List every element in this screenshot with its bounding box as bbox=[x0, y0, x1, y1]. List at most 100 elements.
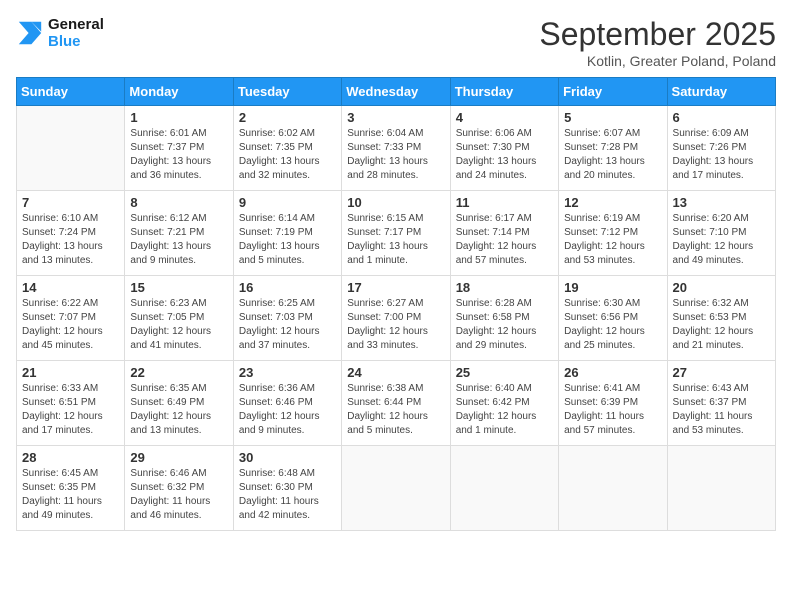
day-detail: Sunrise: 6:20 AM Sunset: 7:10 PM Dayligh… bbox=[673, 212, 770, 268]
calendar-cell: 27 Sunrise: 6:43 AM Sunset: 6:37 PM Dayli… bbox=[667, 361, 775, 446]
day-detail: Sunrise: 6:28 AM Sunset: 6:58 PM Dayligh… bbox=[456, 297, 553, 353]
calendar-header-tuesday: Tuesday bbox=[233, 78, 341, 106]
calendar-header-row: SundayMondayTuesdayWednesdayThursdayFrid… bbox=[17, 78, 776, 106]
calendar-header-saturday: Saturday bbox=[667, 78, 775, 106]
calendar-cell: 23 Sunrise: 6:36 AM Sunset: 6:46 PM Dayli… bbox=[233, 361, 341, 446]
calendar-cell: 13 Sunrise: 6:20 AM Sunset: 7:10 PM Dayli… bbox=[667, 191, 775, 276]
day-detail: Sunrise: 6:36 AM Sunset: 6:46 PM Dayligh… bbox=[239, 382, 336, 438]
day-number: 29 bbox=[130, 450, 227, 465]
day-detail: Sunrise: 6:22 AM Sunset: 7:07 PM Dayligh… bbox=[22, 297, 119, 353]
day-number: 3 bbox=[347, 110, 444, 125]
day-detail: Sunrise: 6:38 AM Sunset: 6:44 PM Dayligh… bbox=[347, 382, 444, 438]
calendar-cell: 19 Sunrise: 6:30 AM Sunset: 6:56 PM Dayli… bbox=[559, 276, 667, 361]
day-detail: Sunrise: 6:45 AM Sunset: 6:35 PM Dayligh… bbox=[22, 467, 119, 523]
calendar-header-friday: Friday bbox=[559, 78, 667, 106]
day-number: 30 bbox=[239, 450, 336, 465]
day-number: 12 bbox=[564, 195, 661, 210]
day-detail: Sunrise: 6:30 AM Sunset: 6:56 PM Dayligh… bbox=[564, 297, 661, 353]
calendar-cell bbox=[559, 446, 667, 531]
calendar-cell: 22 Sunrise: 6:35 AM Sunset: 6:49 PM Dayli… bbox=[125, 361, 233, 446]
calendar-cell: 7 Sunrise: 6:10 AM Sunset: 7:24 PM Daylig… bbox=[17, 191, 125, 276]
day-detail: Sunrise: 6:10 AM Sunset: 7:24 PM Dayligh… bbox=[22, 212, 119, 268]
calendar-cell: 3Sunrise: 6:04 AM Sunset: 7:33 PM Daylig… bbox=[342, 106, 450, 191]
calendar-week-2: 7 Sunrise: 6:10 AM Sunset: 7:24 PM Daylig… bbox=[17, 191, 776, 276]
calendar-cell: 21 Sunrise: 6:33 AM Sunset: 6:51 PM Dayli… bbox=[17, 361, 125, 446]
day-number: 21 bbox=[22, 365, 119, 380]
calendar-week-5: 28 Sunrise: 6:45 AM Sunset: 6:35 PM Dayli… bbox=[17, 446, 776, 531]
calendar-cell: 30 Sunrise: 6:48 AM Sunset: 6:30 PM Dayli… bbox=[233, 446, 341, 531]
day-detail: Sunrise: 6:01 AM Sunset: 7:37 PM Dayligh… bbox=[130, 127, 227, 183]
calendar-cell: 5Sunrise: 6:07 AM Sunset: 7:28 PM Daylig… bbox=[559, 106, 667, 191]
location-subtitle: Kotlin, Greater Poland, Poland bbox=[539, 53, 776, 69]
day-detail: Sunrise: 6:48 AM Sunset: 6:30 PM Dayligh… bbox=[239, 467, 336, 523]
day-detail: Sunrise: 6:33 AM Sunset: 6:51 PM Dayligh… bbox=[22, 382, 119, 438]
day-number: 23 bbox=[239, 365, 336, 380]
calendar-cell: 12 Sunrise: 6:19 AM Sunset: 7:12 PM Dayli… bbox=[559, 191, 667, 276]
day-detail: Sunrise: 6:09 AM Sunset: 7:26 PM Dayligh… bbox=[673, 127, 770, 183]
day-detail: Sunrise: 6:40 AM Sunset: 6:42 PM Dayligh… bbox=[456, 382, 553, 438]
calendar-cell bbox=[17, 106, 125, 191]
calendar-cell: 11 Sunrise: 6:17 AM Sunset: 7:14 PM Dayli… bbox=[450, 191, 558, 276]
calendar-header-thursday: Thursday bbox=[450, 78, 558, 106]
day-detail: Sunrise: 6:02 AM Sunset: 7:35 PM Dayligh… bbox=[239, 127, 336, 183]
calendar-cell: 26 Sunrise: 6:41 AM Sunset: 6:39 PM Dayli… bbox=[559, 361, 667, 446]
calendar-cell bbox=[450, 446, 558, 531]
day-number: 13 bbox=[673, 195, 770, 210]
day-detail: Sunrise: 6:41 AM Sunset: 6:39 PM Dayligh… bbox=[564, 382, 661, 438]
calendar-week-3: 14 Sunrise: 6:22 AM Sunset: 7:07 PM Dayli… bbox=[17, 276, 776, 361]
day-number: 9 bbox=[239, 195, 336, 210]
day-number: 18 bbox=[456, 280, 553, 295]
day-detail: Sunrise: 6:46 AM Sunset: 6:32 PM Dayligh… bbox=[130, 467, 227, 523]
day-detail: Sunrise: 6:14 AM Sunset: 7:19 PM Dayligh… bbox=[239, 212, 336, 268]
calendar-cell: 6 Sunrise: 6:09 AM Sunset: 7:26 PM Daylig… bbox=[667, 106, 775, 191]
day-number: 11 bbox=[456, 195, 553, 210]
day-detail: Sunrise: 6:43 AM Sunset: 6:37 PM Dayligh… bbox=[673, 382, 770, 438]
day-number: 28 bbox=[22, 450, 119, 465]
day-number: 27 bbox=[673, 365, 770, 380]
calendar-week-4: 21 Sunrise: 6:33 AM Sunset: 6:51 PM Dayli… bbox=[17, 361, 776, 446]
day-number: 2 bbox=[239, 110, 336, 125]
day-detail: Sunrise: 6:17 AM Sunset: 7:14 PM Dayligh… bbox=[456, 212, 553, 268]
day-detail: Sunrise: 6:23 AM Sunset: 7:05 PM Dayligh… bbox=[130, 297, 227, 353]
calendar-week-1: 1 Sunrise: 6:01 AM Sunset: 7:37 PM Daylig… bbox=[17, 106, 776, 191]
day-number: 6 bbox=[673, 110, 770, 125]
calendar-header-wednesday: Wednesday bbox=[342, 78, 450, 106]
day-number: 24 bbox=[347, 365, 444, 380]
logo-text: General Blue bbox=[48, 16, 104, 50]
calendar-cell: 1 Sunrise: 6:01 AM Sunset: 7:37 PM Daylig… bbox=[125, 106, 233, 191]
day-detail: Sunrise: 6:27 AM Sunset: 7:00 PM Dayligh… bbox=[347, 297, 444, 353]
day-number: 4 bbox=[456, 110, 553, 125]
day-detail: Sunrise: 6:35 AM Sunset: 6:49 PM Dayligh… bbox=[130, 382, 227, 438]
title-block: September 2025 Kotlin, Greater Poland, P… bbox=[539, 16, 776, 69]
calendar-cell: 9 Sunrise: 6:14 AM Sunset: 7:19 PM Daylig… bbox=[233, 191, 341, 276]
calendar-cell: 28 Sunrise: 6:45 AM Sunset: 6:35 PM Dayli… bbox=[17, 446, 125, 531]
day-number: 8 bbox=[130, 195, 227, 210]
calendar-body: 1 Sunrise: 6:01 AM Sunset: 7:37 PM Daylig… bbox=[17, 106, 776, 531]
day-detail: Sunrise: 6:07 AM Sunset: 7:28 PM Dayligh… bbox=[564, 127, 661, 183]
calendar-cell: 24 Sunrise: 6:38 AM Sunset: 6:44 PM Dayli… bbox=[342, 361, 450, 446]
calendar-cell: 10Sunrise: 6:15 AM Sunset: 7:17 PM Dayli… bbox=[342, 191, 450, 276]
day-number: 26 bbox=[564, 365, 661, 380]
calendar-cell: 14 Sunrise: 6:22 AM Sunset: 7:07 PM Dayli… bbox=[17, 276, 125, 361]
day-number: 22 bbox=[130, 365, 227, 380]
calendar-cell bbox=[342, 446, 450, 531]
calendar-cell: 8Sunrise: 6:12 AM Sunset: 7:21 PM Daylig… bbox=[125, 191, 233, 276]
day-number: 7 bbox=[22, 195, 119, 210]
day-detail: Sunrise: 6:19 AM Sunset: 7:12 PM Dayligh… bbox=[564, 212, 661, 268]
calendar-header-sunday: Sunday bbox=[17, 78, 125, 106]
calendar-cell: 17 Sunrise: 6:27 AM Sunset: 7:00 PM Dayli… bbox=[342, 276, 450, 361]
calendar-cell: 2 Sunrise: 6:02 AM Sunset: 7:35 PM Daylig… bbox=[233, 106, 341, 191]
day-number: 25 bbox=[456, 365, 553, 380]
day-number: 20 bbox=[673, 280, 770, 295]
day-number: 1 bbox=[130, 110, 227, 125]
day-number: 15 bbox=[130, 280, 227, 295]
day-number: 17 bbox=[347, 280, 444, 295]
calendar-table: SundayMondayTuesdayWednesdayThursdayFrid… bbox=[16, 77, 776, 531]
day-number: 19 bbox=[564, 280, 661, 295]
calendar-cell: 15 Sunrise: 6:23 AM Sunset: 7:05 PM Dayli… bbox=[125, 276, 233, 361]
calendar-cell: 4Sunrise: 6:06 AM Sunset: 7:30 PM Daylig… bbox=[450, 106, 558, 191]
day-number: 14 bbox=[22, 280, 119, 295]
page-header: General Blue September 2025 Kotlin, Grea… bbox=[16, 16, 776, 69]
calendar-cell: 29 Sunrise: 6:46 AM Sunset: 6:32 PM Dayli… bbox=[125, 446, 233, 531]
calendar-cell: 20Sunrise: 6:32 AM Sunset: 6:53 PM Dayli… bbox=[667, 276, 775, 361]
